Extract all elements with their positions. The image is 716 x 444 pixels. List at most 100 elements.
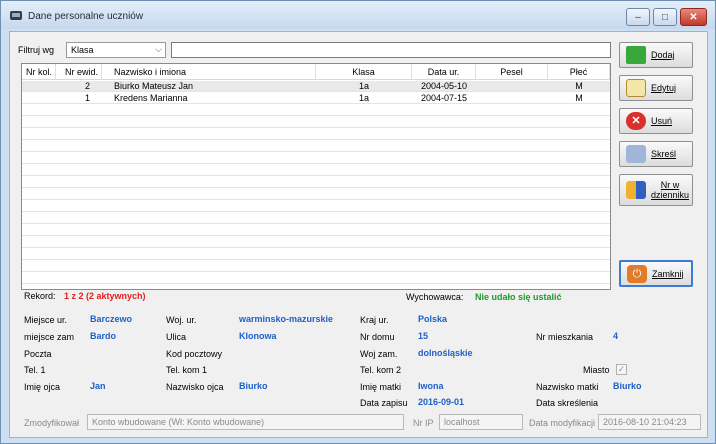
filter-selected-value: Klasa: [71, 45, 94, 55]
mother-name-value[interactable]: Iwona: [418, 381, 444, 391]
strike-button[interactable]: Skreśl: [619, 141, 693, 167]
plus-icon: [626, 46, 646, 64]
delete-icon: ✕: [626, 112, 646, 130]
ip-field[interactable]: localhost: [439, 414, 523, 430]
header-nr-ewid[interactable]: Nr ewid.: [56, 64, 102, 80]
residence-voivodeship-value[interactable]: dolnośląskie: [418, 348, 473, 358]
table-row-empty: [22, 141, 610, 152]
modified-date-field[interactable]: 2016-08-10 21:04:23: [598, 414, 701, 430]
table-row-empty: [22, 105, 610, 116]
title-bar[interactable]: Dane personalne uczniów – □ ✕: [1, 1, 715, 29]
header-plec[interactable]: Płeć: [548, 64, 610, 80]
cell-nazwisko: Biurko Mateusz Jan: [114, 81, 194, 91]
cell-nazwisko: Kredens Marianna: [114, 93, 188, 103]
ip-label: Nr IP: [413, 418, 434, 428]
modified-date-label: Data modyfikacji: [529, 418, 596, 428]
table-row-empty: [22, 273, 610, 284]
apartment-number-value[interactable]: 4: [613, 331, 618, 341]
birth-voivodeship-value[interactable]: warminsko-mazurskie: [239, 314, 333, 324]
table-row[interactable]: 2 Biurko Mateusz Jan 1a 2004-05-10 M: [22, 81, 610, 92]
table-row[interactable]: 1 Kredens Marianna 1a 2004-07-15 M: [22, 93, 610, 104]
removal-date-label: Data skreślenia: [536, 398, 599, 408]
maximize-button[interactable]: □: [653, 8, 677, 26]
table-row-empty: [22, 177, 610, 188]
mother-surname-label: Nazwisko matki: [536, 382, 599, 392]
table-row-empty: [22, 189, 610, 200]
journal-number-button[interactable]: Nr w dzienniku: [619, 174, 693, 206]
header-nazwisko[interactable]: Nazwisko i imiona: [102, 64, 316, 80]
city-label: Miasto: [583, 365, 610, 375]
enrollment-date-label: Data zapisu: [360, 398, 408, 408]
birth-country-value[interactable]: Polska: [418, 314, 447, 324]
cell-plec: M: [575, 93, 583, 103]
cell-plec: M: [575, 81, 583, 91]
journal-number-button-label: Nr w dzienniku: [651, 180, 690, 200]
client-area: Filtruj wg Klasa ⌵ Nr kol. Nr ewid. Nazw…: [9, 31, 708, 438]
father-surname-value[interactable]: Biurko: [239, 381, 268, 391]
father-surname-label: Nazwisko ojca: [166, 382, 224, 392]
apartment-number-label: Nr mieszkania: [536, 332, 594, 342]
close-button-label: Zamknij: [652, 268, 684, 279]
close-button[interactable]: ⏻ Zamknij: [619, 260, 693, 287]
maximize-icon: □: [661, 11, 669, 23]
residence-voivodeship-label: Woj zam.: [360, 349, 398, 359]
tutor-value: Nie udało się ustalić: [475, 292, 562, 302]
cell-nr-ewid: 1: [84, 93, 90, 103]
header-nr-kol[interactable]: Nr kol.: [22, 64, 56, 80]
cell-klasa: 1a: [358, 81, 369, 91]
sort-numbers-icon: [626, 181, 646, 199]
header-klasa[interactable]: Klasa: [316, 64, 412, 80]
students-table[interactable]: Nr kol. Nr ewid. Nazwisko i imiona Klasa…: [21, 63, 611, 290]
cell-data-ur: 2004-07-15: [420, 93, 468, 103]
cell-nr-kol: [22, 93, 56, 104]
delete-button-label: Usuń: [651, 116, 673, 126]
add-button[interactable]: Dodaj: [619, 42, 693, 68]
birthplace-label: Miejsce ur.: [24, 315, 68, 325]
header-pesel[interactable]: Pesel: [476, 64, 548, 80]
header-data-ur[interactable]: Data ur.: [412, 64, 476, 80]
close-window-button[interactable]: ✕: [680, 8, 707, 26]
city-checkbox[interactable]: ✓: [616, 364, 627, 375]
mobile2-label: Tel. kom 2: [360, 365, 402, 375]
residence-label: miejsce zam: [24, 332, 75, 342]
main-window: Dane personalne uczniów – □ ✕ Filtruj wg…: [0, 0, 716, 444]
table-row-empty: [22, 225, 610, 236]
table-row-empty: [22, 261, 610, 272]
cell-klasa: 1a: [358, 93, 369, 103]
house-number-value[interactable]: 15: [418, 331, 428, 341]
phone1-label: Tel. 1: [24, 365, 46, 375]
close-icon: ✕: [689, 11, 698, 23]
house-number-label: Nr domu: [360, 332, 395, 342]
birthplace-value[interactable]: Barczewo: [90, 314, 132, 324]
table-row-empty: [22, 249, 610, 260]
birth-country-label: Kraj ur.: [360, 315, 389, 325]
modified-by-label: Zmodyfikował: [24, 418, 80, 428]
filter-select[interactable]: Klasa ⌵: [66, 42, 166, 58]
residence-value[interactable]: Bardo: [90, 331, 116, 341]
mobile1-label: Tel. kom 1: [166, 365, 208, 375]
table-row-empty: [22, 117, 610, 128]
record-value: 1 z 2 (2 aktywnych): [64, 291, 146, 301]
delete-button[interactable]: ✕ Usuń: [619, 108, 693, 134]
father-name-value[interactable]: Jan: [90, 381, 106, 391]
table-row-empty: [22, 165, 610, 176]
enrollment-date-value[interactable]: 2016-09-01: [418, 397, 464, 407]
mother-name-label: Imię matki: [360, 382, 402, 392]
filter-label: Filtruj wg: [18, 45, 55, 55]
cell-nr-ewid: 2: [84, 81, 90, 91]
record-label: Rekord:: [24, 291, 56, 301]
father-name-label: Imię ojca: [24, 382, 61, 392]
tutor-label: Wychowawca:: [406, 292, 464, 302]
cell-pesel: [476, 81, 548, 92]
table-row-empty: [22, 237, 610, 248]
modified-by-field[interactable]: Konto wbudowane (Wł: Konto wbudowane): [87, 414, 404, 430]
strike-button-label: Skreśl: [651, 149, 677, 159]
mother-surname-value[interactable]: Biurko: [613, 381, 642, 391]
add-button-label: Dodaj: [651, 50, 675, 60]
filter-input[interactable]: [171, 42, 611, 58]
street-value[interactable]: Klonowa: [239, 331, 277, 341]
window-title: Dane personalne uczniów: [28, 11, 144, 22]
post-office-label: Poczta: [24, 349, 52, 359]
minimize-button[interactable]: –: [626, 8, 650, 26]
edit-button[interactable]: Edytuj: [619, 75, 693, 101]
